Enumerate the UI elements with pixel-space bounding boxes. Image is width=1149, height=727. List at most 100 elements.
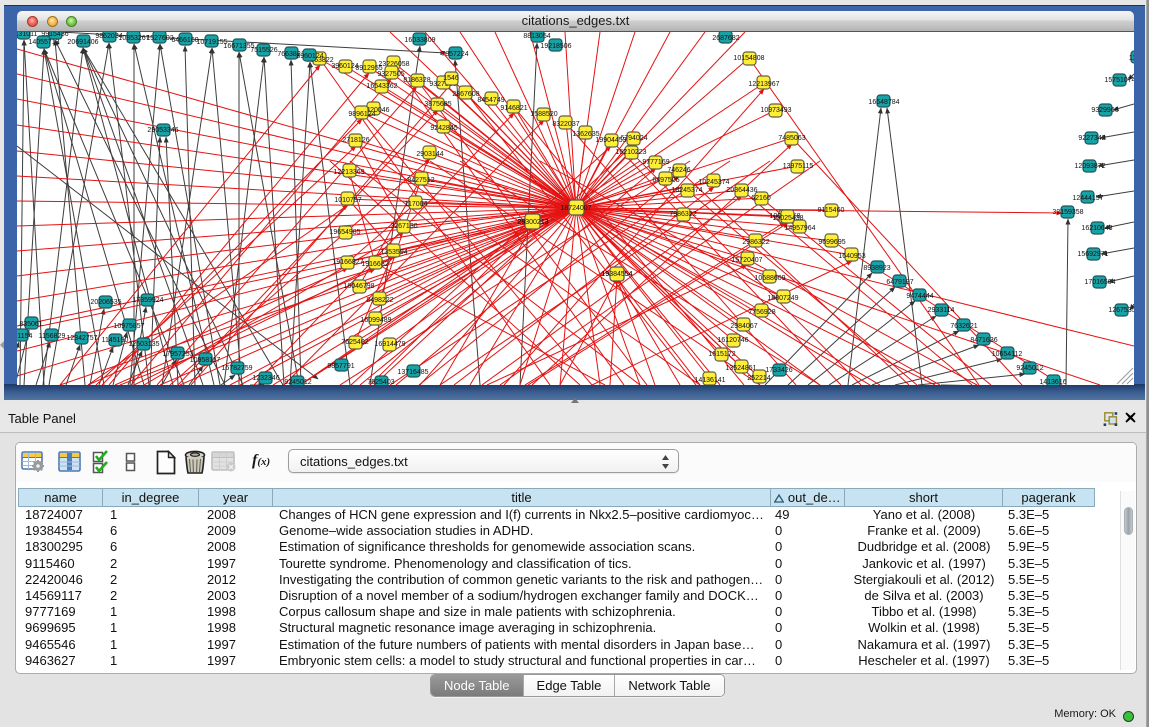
svg-text:3875685: 3875685 [424,101,451,108]
svg-text:6479197: 6479197 [886,279,913,286]
svg-text:7625403: 7625403 [367,379,394,385]
svg-text:117004: 117004 [405,201,428,208]
svg-text:16210223: 16210223 [615,149,646,156]
svg-text:9115460: 9115460 [818,207,845,214]
svg-text:12503135: 12503135 [128,341,159,348]
svg-text:1145190: 1145190 [102,337,129,344]
svg-text:16210643: 16210643 [1081,225,1112,232]
svg-text:32159358: 32159358 [1052,209,1083,216]
svg-text:14957964: 14957964 [784,225,815,232]
svg-text:8427512: 8427512 [407,177,434,184]
svg-text:9699695: 9699695 [818,239,845,246]
svg-text:9896124: 9896124 [348,111,375,118]
svg-text:9245012: 9245012 [1016,365,1043,372]
svg-text:7625402: 7625402 [341,339,368,346]
svg-text:16033809: 16033809 [404,37,435,44]
svg-text:2867608: 2867608 [452,91,479,98]
svg-text:19384554: 19384554 [601,271,632,278]
svg-text:29300213: 29300213 [517,219,548,226]
svg-text:10853267: 10853267 [118,35,149,42]
svg-text:8938923: 8938923 [863,265,890,272]
svg-text:1640953: 1640953 [838,253,865,260]
svg-text:7515526: 7515526 [250,47,277,54]
svg-text:2986322: 2986322 [742,239,769,246]
svg-text:17016504: 17016504 [1084,279,1115,286]
svg-text:13716485: 13716485 [397,369,428,376]
svg-text:9327505: 9327505 [377,71,404,78]
svg-text:8454749: 8454749 [477,97,504,104]
svg-text:1615172: 1615172 [708,351,735,358]
svg-text:20691406: 20691406 [67,39,98,46]
svg-text:11187: 11187 [1129,55,1134,62]
svg-text:1353594: 1353594 [380,249,407,256]
svg-text:1010757: 1010757 [334,197,361,204]
svg-text:16914479: 16914479 [374,341,405,348]
svg-text:6497505: 6497505 [652,177,679,184]
svg-text:10975857: 10975857 [113,323,144,330]
svg-text:12342757: 12342757 [66,335,97,342]
svg-text:17359924: 17359924 [132,297,163,304]
svg-text:7986322: 7986322 [669,211,696,218]
svg-text:391154: 391154 [17,333,33,340]
svg-text:8322037: 8322037 [552,121,579,128]
svg-text:9777169: 9777169 [642,159,669,166]
svg-text:2687682: 2687682 [712,35,739,42]
svg-text:10973493: 10973493 [760,107,791,114]
svg-text:10654112: 10654112 [992,351,1023,358]
svg-text:1527602: 1527602 [146,35,173,42]
svg-text:16782759: 16782759 [221,365,252,372]
svg-text:9857791: 9857791 [327,363,354,370]
svg-text:835061: 835061 [19,321,42,328]
svg-text:10245374: 10245374 [698,179,729,186]
svg-text:6794024: 6794024 [620,135,647,142]
svg-text:15751074: 15751074 [1104,77,1134,84]
svg-text:8131011: 8131011 [17,32,37,38]
svg-text:20206535: 20206535 [90,299,121,306]
svg-text:13524851: 13524851 [725,365,756,372]
svg-text:8471636: 8471636 [970,337,997,344]
svg-text:1916682: 1916682 [361,261,388,268]
svg-text:10688609: 10688609 [754,275,785,282]
svg-text:9245012: 9245012 [284,379,311,385]
svg-text:16648784: 16648784 [868,99,899,106]
svg-text:16543362: 16543362 [366,83,397,90]
svg-text:9227342: 9227342 [1078,135,1105,142]
svg-text:7756928: 7756928 [748,309,775,316]
svg-text:9474444: 9474444 [906,293,933,300]
svg-text:12093872: 12093872 [1074,163,1105,170]
svg-text:8498222: 8498222 [366,297,393,304]
svg-text:18724007: 18724007 [560,205,591,212]
svg-text:12444157: 12444157 [1072,195,1103,202]
svg-text:7857224: 7857224 [441,51,468,58]
svg-text:12213369: 12213369 [333,169,364,176]
svg-text:14055713: 14055713 [28,39,59,46]
svg-text:14136141: 14136141 [694,377,725,384]
svg-text:29053346: 29053346 [147,127,178,134]
svg-text:1267535: 1267535 [1108,307,1134,314]
svg-text:12213967: 12213967 [748,81,779,88]
svg-text:16046798: 16046798 [343,283,374,290]
svg-text:18807249: 18807249 [767,295,798,302]
svg-text:18245374: 18245374 [671,187,702,194]
svg-text:2903144: 2903144 [416,151,443,158]
svg-text:10958117: 10958117 [190,357,221,364]
svg-text:1546: 1546 [443,75,459,82]
svg-text:8960124: 8960124 [296,53,323,60]
svg-text:2933114: 2933114 [928,307,955,314]
svg-text:62160: 62160 [751,195,771,202]
svg-text:9915436: 9915436 [41,32,68,38]
svg-text:6466160: 6466160 [171,37,198,44]
svg-text:2984067: 2984067 [730,323,757,330]
svg-text:9146821: 9146821 [500,105,527,112]
svg-text:19166827: 19166827 [332,259,363,266]
svg-text:10025438: 10025438 [772,215,803,222]
svg-text:15720407: 15720407 [731,257,762,264]
svg-text:1588520: 1588520 [530,111,557,118]
svg-text:19654985: 19654985 [329,229,360,236]
svg-text:1733426: 1733426 [765,367,792,374]
svg-text:10154808: 10154808 [733,55,764,62]
svg-text:16099489: 16099489 [360,317,391,324]
svg-text:7485063: 7485063 [778,135,805,142]
svg-text:19218506: 19218506 [540,43,571,50]
svg-text:9329966: 9329966 [1091,107,1118,114]
